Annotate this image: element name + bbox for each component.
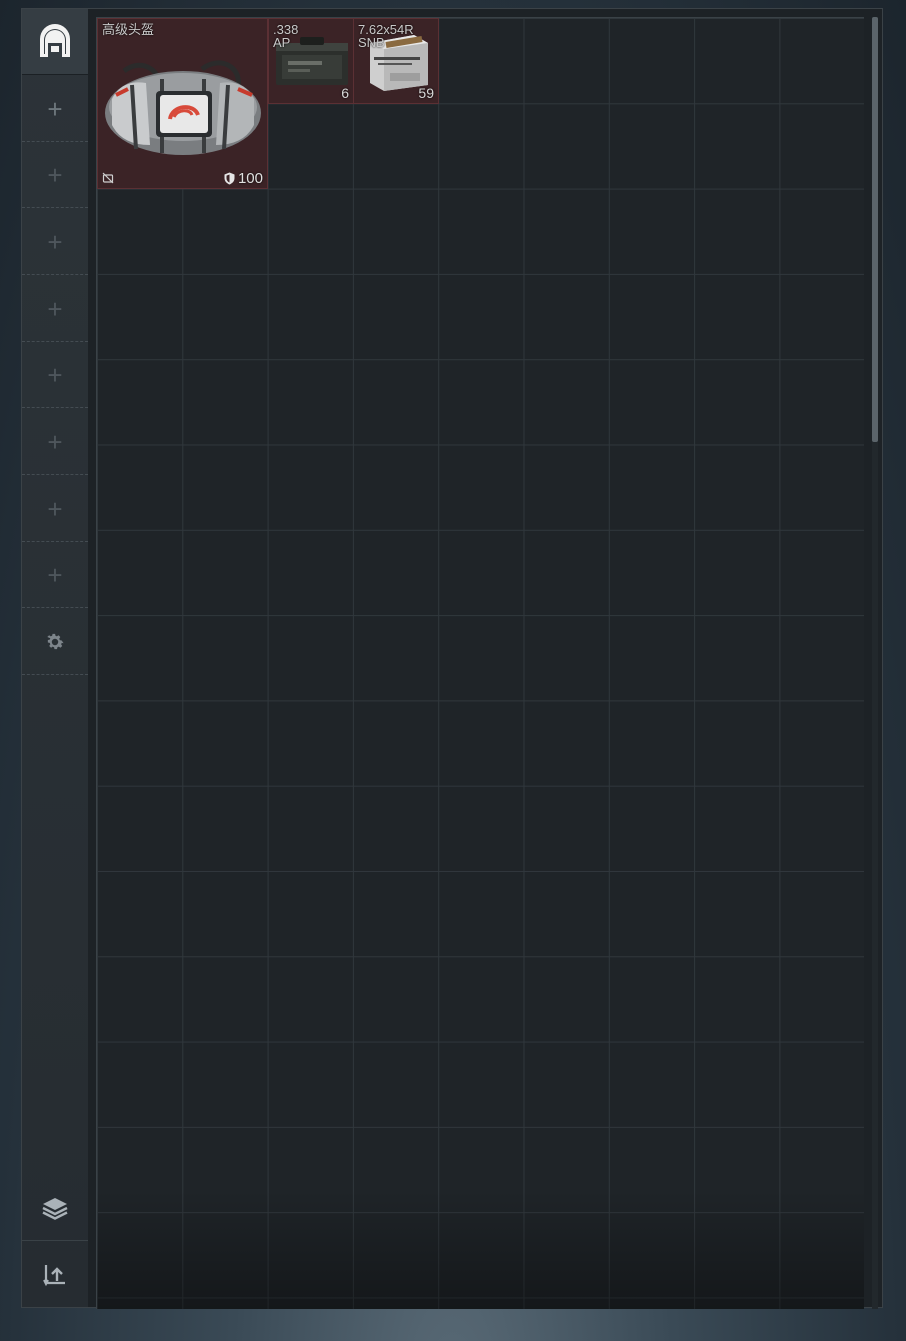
duffle-bag-icon [105,60,261,155]
stash-sidebar: + + + + + + + + [22,9,88,1307]
sort-upload-icon [43,1265,65,1287]
scrollbar-thumb[interactable] [872,17,878,442]
gear-icon [47,633,64,649]
stash-scrollbar[interactable] [872,17,878,1309]
layers-button[interactable] [22,1175,88,1241]
sidebar-add-slot-3[interactable]: + [22,209,88,275]
sidebar-add-slot-6[interactable]: + [22,409,88,475]
sidebar-add-slot-7[interactable]: + [22,476,88,542]
stash-item-338-ap[interactable]: .338 AP 6 [268,18,354,104]
not-found-in-raid-icon [102,172,114,184]
sidebar-add-slot-8[interactable]: + [22,542,88,608]
sort-button[interactable] [22,1242,88,1308]
durability-value: 100 [237,170,263,187]
hideout-icon [40,23,70,57]
item-name: 高级头盔 [102,22,155,37]
stash-grid[interactable]: 高级头盔 100 .338 AP 6 7.62x54R SNB 59 [96,17,864,1309]
item-count: 59 [418,85,434,101]
sidebar-add-slot-2[interactable]: + [22,142,88,208]
layers-icon [42,1197,68,1220]
stash-settings-button[interactable] [22,609,88,675]
item-name: 7.62x54R SNB [358,22,414,50]
item-name: .338 AP [273,22,299,50]
hideout-tab-button[interactable] [22,9,88,75]
stash-item-duffle-bag[interactable]: 高级头盔 100 [97,18,268,189]
shield-icon [224,172,235,185]
sidebar-add-slot-5[interactable]: + [22,342,88,408]
stash-item-762x54r-snb[interactable]: 7.62x54R SNB 59 [353,18,439,104]
item-count: 6 [341,85,349,101]
sidebar-add-slot-1[interactable]: + [22,76,88,142]
sidebar-add-slot-4[interactable]: + [22,276,88,342]
durability-indicator: 100 [224,170,263,187]
stash-window: + + + + + + + + 高级头盔 100 .338 AP 6 7.62x… [21,8,883,1309]
